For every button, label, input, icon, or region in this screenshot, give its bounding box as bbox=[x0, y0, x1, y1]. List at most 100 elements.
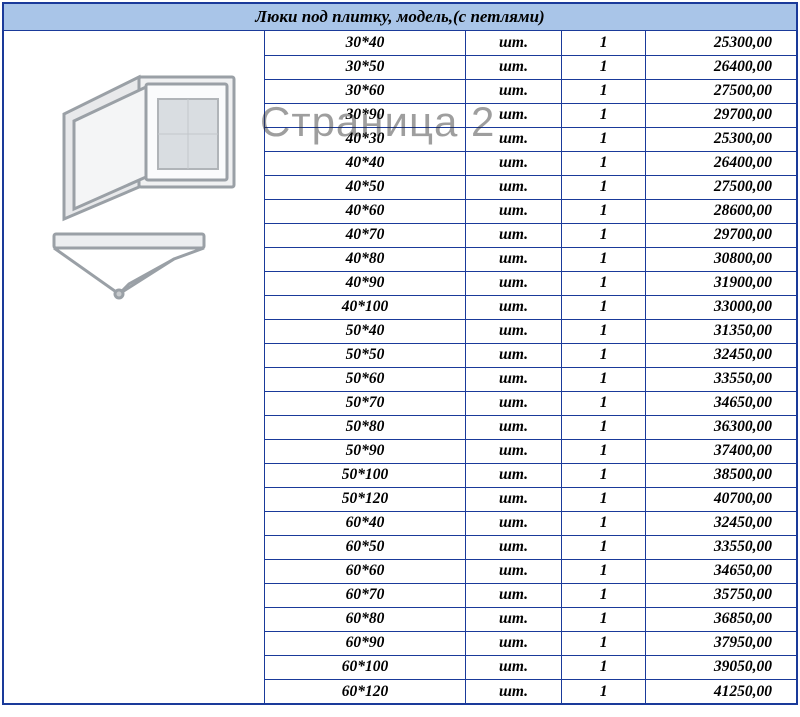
unit-cell: шт. bbox=[465, 319, 561, 343]
price-cell: 29700,00 bbox=[646, 223, 796, 247]
table-row: 60*60шт.134650,00 bbox=[265, 559, 796, 583]
table-row: 50*80шт.136300,00 bbox=[265, 415, 796, 439]
content-row: 30*40шт.125300,0030*50шт.126400,0030*60ш… bbox=[4, 31, 796, 703]
price-cell: 32450,00 bbox=[646, 511, 796, 535]
table-row: 40*50шт.127500,00 bbox=[265, 175, 796, 199]
unit-cell: шт. bbox=[465, 391, 561, 415]
size-cell: 50*60 bbox=[265, 367, 465, 391]
price-table: 30*40шт.125300,0030*50шт.126400,0030*60ш… bbox=[264, 31, 796, 703]
unit-cell: шт. bbox=[465, 415, 561, 439]
table-row: 60*100шт.139050,00 bbox=[265, 655, 796, 679]
table-row: 30*60шт.127500,00 bbox=[265, 79, 796, 103]
price-cell: 25300,00 bbox=[646, 127, 796, 151]
qty-cell: 1 bbox=[562, 271, 646, 295]
unit-cell: шт. bbox=[465, 655, 561, 679]
qty-cell: 1 bbox=[562, 679, 646, 703]
unit-cell: шт. bbox=[465, 679, 561, 703]
table-row: 30*50шт.126400,00 bbox=[265, 55, 796, 79]
table-row: 30*40шт.125300,00 bbox=[265, 31, 796, 55]
table-row: 50*50шт.132450,00 bbox=[265, 343, 796, 367]
unit-cell: шт. bbox=[465, 559, 561, 583]
table-row: 40*40шт.126400,00 bbox=[265, 151, 796, 175]
table-row: 30*90шт.129700,00 bbox=[265, 103, 796, 127]
table-row: 40*90шт.131900,00 bbox=[265, 271, 796, 295]
qty-cell: 1 bbox=[562, 511, 646, 535]
size-cell: 50*100 bbox=[265, 463, 465, 487]
size-cell: 40*60 bbox=[265, 199, 465, 223]
qty-cell: 1 bbox=[562, 415, 646, 439]
size-cell: 60*60 bbox=[265, 559, 465, 583]
price-cell: 27500,00 bbox=[646, 175, 796, 199]
size-cell: 40*30 bbox=[265, 127, 465, 151]
price-cell: 26400,00 bbox=[646, 55, 796, 79]
table-row: 60*50шт.133550,00 bbox=[265, 535, 796, 559]
price-cell: 36300,00 bbox=[646, 415, 796, 439]
size-cell: 30*40 bbox=[265, 31, 465, 55]
qty-cell: 1 bbox=[562, 319, 646, 343]
qty-cell: 1 bbox=[562, 343, 646, 367]
qty-cell: 1 bbox=[562, 175, 646, 199]
qty-cell: 1 bbox=[562, 487, 646, 511]
qty-cell: 1 bbox=[562, 79, 646, 103]
price-cell: 37400,00 bbox=[646, 439, 796, 463]
table-row: 50*120шт.140700,00 bbox=[265, 487, 796, 511]
size-cell: 50*90 bbox=[265, 439, 465, 463]
qty-cell: 1 bbox=[562, 655, 646, 679]
product-image-cell bbox=[4, 31, 264, 309]
unit-cell: шт. bbox=[465, 199, 561, 223]
price-cell: 39050,00 bbox=[646, 655, 796, 679]
unit-cell: шт. bbox=[465, 55, 561, 79]
qty-cell: 1 bbox=[562, 463, 646, 487]
price-cell: 34650,00 bbox=[646, 559, 796, 583]
price-cell: 36850,00 bbox=[646, 607, 796, 631]
size-cell: 60*80 bbox=[265, 607, 465, 631]
size-cell: 50*80 bbox=[265, 415, 465, 439]
size-cell: 60*90 bbox=[265, 631, 465, 655]
unit-cell: шт. bbox=[465, 247, 561, 271]
unit-cell: шт. bbox=[465, 151, 561, 175]
price-cell: 37950,00 bbox=[646, 631, 796, 655]
table-row: 40*60шт.128600,00 bbox=[265, 199, 796, 223]
table-row: 60*40шт.132450,00 bbox=[265, 511, 796, 535]
qty-cell: 1 bbox=[562, 559, 646, 583]
qty-cell: 1 bbox=[562, 247, 646, 271]
unit-cell: шт. bbox=[465, 367, 561, 391]
price-cell: 27500,00 bbox=[646, 79, 796, 103]
table-row: 40*100шт.133000,00 bbox=[265, 295, 796, 319]
size-cell: 50*70 bbox=[265, 391, 465, 415]
qty-cell: 1 bbox=[562, 127, 646, 151]
table-row: 60*90шт.137950,00 bbox=[265, 631, 796, 655]
price-cell: 35750,00 bbox=[646, 583, 796, 607]
size-cell: 60*40 bbox=[265, 511, 465, 535]
price-cell: 33550,00 bbox=[646, 535, 796, 559]
price-cell: 25300,00 bbox=[646, 31, 796, 55]
size-cell: 50*120 bbox=[265, 487, 465, 511]
unit-cell: шт. bbox=[465, 511, 561, 535]
size-cell: 60*70 bbox=[265, 583, 465, 607]
unit-cell: шт. bbox=[465, 103, 561, 127]
unit-cell: шт. bbox=[465, 295, 561, 319]
table-row: 50*40шт.131350,00 bbox=[265, 319, 796, 343]
table-row: 50*100шт.138500,00 bbox=[265, 463, 796, 487]
size-cell: 40*100 bbox=[265, 295, 465, 319]
unit-cell: шт. bbox=[465, 175, 561, 199]
size-cell: 40*80 bbox=[265, 247, 465, 271]
price-cell: 30800,00 bbox=[646, 247, 796, 271]
table-row: 60*80шт.136850,00 bbox=[265, 607, 796, 631]
qty-cell: 1 bbox=[562, 223, 646, 247]
table-header: Люки под плитку, модель,(с петлями) bbox=[4, 4, 796, 31]
size-cell: 30*50 bbox=[265, 55, 465, 79]
table-row: 50*90шт.137400,00 bbox=[265, 439, 796, 463]
unit-cell: шт. bbox=[465, 463, 561, 487]
price-cell: 31900,00 bbox=[646, 271, 796, 295]
size-cell: 50*50 bbox=[265, 343, 465, 367]
size-cell: 30*60 bbox=[265, 79, 465, 103]
table-row: 40*70шт.129700,00 bbox=[265, 223, 796, 247]
qty-cell: 1 bbox=[562, 607, 646, 631]
price-cell: 26400,00 bbox=[646, 151, 796, 175]
qty-cell: 1 bbox=[562, 631, 646, 655]
price-cell: 40700,00 bbox=[646, 487, 796, 511]
unit-cell: шт. bbox=[465, 79, 561, 103]
qty-cell: 1 bbox=[562, 583, 646, 607]
qty-cell: 1 bbox=[562, 55, 646, 79]
